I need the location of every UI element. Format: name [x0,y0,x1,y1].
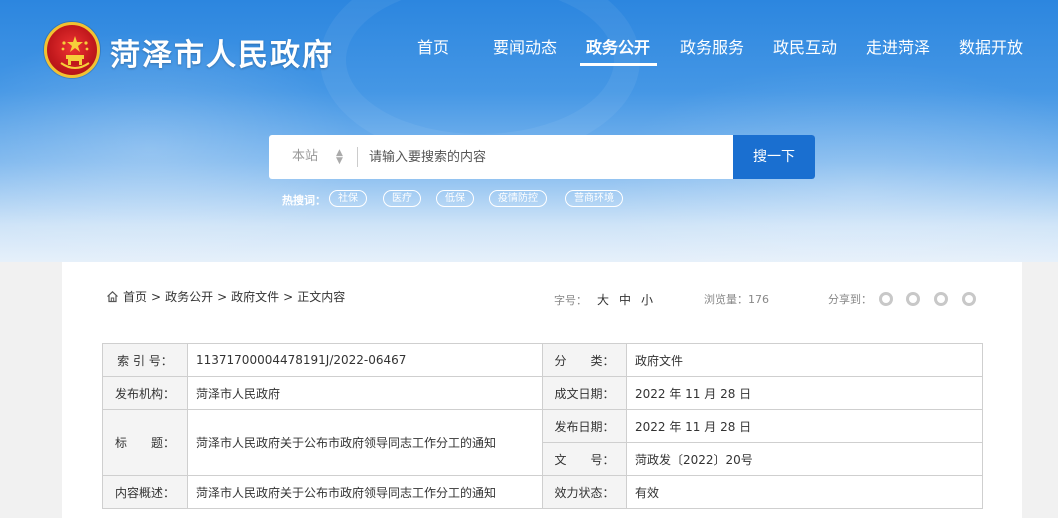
search-scope-value: 本站 [292,149,319,164]
search-divider [357,147,358,167]
nav-item-gov-affairs-open[interactable]: 政务公开 [586,34,650,58]
publisher-label: 发布机构： [102,376,188,410]
search-button[interactable]: 搜一下 [733,135,815,179]
qq-share-icon[interactable] [934,292,948,306]
view-count: 浏览量：176 [704,293,769,306]
table-row: 内容概述： 菏泽市人民政府关于公布市政府领导同志工作分工的通知 效力状态： 有效 [102,475,983,509]
nav-item-gov-services[interactable]: 政务服务 [680,34,744,58]
summary-value: 菏泽市人民政府关于公布市政府领导同志工作分工的通知 [187,475,543,509]
summary-label: 内容概述： [102,475,188,509]
table-row: 发布机构： 菏泽市人民政府 成文日期： 2022 年 11 月 28 日 [102,376,983,410]
weibo-share-icon[interactable] [906,292,920,306]
breadcrumb-separator: > [217,290,228,304]
breadcrumb: 首页 > 政务公开 > 政府文件 > 正文内容 [106,288,345,305]
breadcrumb-separator: > [151,290,162,304]
nav-item-news[interactable]: 要闻动态 [493,34,557,58]
updown-arrow-icon[interactable]: ▲ ▼ [336,149,343,166]
hot-word-tag[interactable]: 低保 [436,190,474,207]
main-nav: 首页 要闻动态 政务公开 政务服务 政民互动 走进菏泽 数据开放 [0,34,1058,64]
font-size-medium-button[interactable]: 中 [619,293,631,307]
table-row: 索 引 号： 11371700004478191J/2022-06467 分 类… [102,343,983,377]
breadcrumb-current: 正文内容 [297,290,346,304]
created-date-label: 成文日期： [542,376,627,410]
index-label: 索 引 号： [102,343,188,377]
breadcrumb-gov-affairs-open[interactable]: 政务公开 [165,290,213,304]
category-value: 政府文件 [626,343,983,377]
published-date-label: 发布日期： [542,409,627,443]
breadcrumb-home[interactable]: 首页 [123,290,147,304]
search-scope-select[interactable]: 本站 [269,135,357,179]
category-label: 分 类： [542,343,627,377]
hot-word-tag[interactable]: 营商环境 [565,190,623,207]
nav-item-open-data[interactable]: 数据开放 [959,34,1023,58]
breadcrumb-gov-documents[interactable]: 政府文件 [231,290,279,304]
header-banner: 菏泽市人民政府 首页 要闻动态 政务公开 政务服务 政民互动 走进菏泽 数据开放… [0,0,1058,262]
validity-status-value: 有效 [626,475,983,509]
title-label: 标 题： [102,409,188,476]
title-value: 菏泽市人民政府关于公布市政府领导同志工作分工的通知 [187,409,543,476]
published-date-value: 2022 年 11 月 28 日 [626,409,983,443]
breadcrumb-separator: > [283,290,294,304]
doc-number-label: 文 号： [542,442,627,476]
validity-status-label: 效力状态： [542,475,627,509]
hot-word-tag[interactable]: 医疗 [383,190,421,207]
home-icon[interactable] [106,290,119,303]
document-info-table: 索 引 号： 11371700004478191J/2022-06467 分 类… [102,343,983,509]
created-date-value: 2022 年 11 月 28 日 [626,376,983,410]
hot-word-tag[interactable]: 疫情防控 [489,190,547,207]
hot-search-label: 热搜词： [282,194,326,207]
search-bar: 本站 ▲▼ 搜一下 [269,135,815,179]
doc-number-value: 菏政发〔2022〕20号 [626,442,983,476]
font-size-control: 字号： 大中小 [554,291,653,308]
hot-word-tag[interactable]: 社保 [329,190,367,207]
search-input[interactable] [369,135,729,179]
nav-item-interaction[interactable]: 政民互动 [773,34,837,58]
share-label: 分享到： [828,293,872,306]
publisher-value: 菏泽市人民政府 [187,376,543,410]
font-size-label: 字号： [554,294,587,307]
nav-item-about-heze[interactable]: 走进菏泽 [866,34,930,58]
qzone-share-icon[interactable] [962,292,976,306]
font-size-small-button[interactable]: 小 [641,293,653,307]
nav-item-home[interactable]: 首页 [417,34,449,58]
nav-active-indicator [580,63,657,66]
article-content-card: 首页 > 政务公开 > 政府文件 > 正文内容 字号：大中小 浏览量：176 分享到： 索 … [62,262,1022,518]
font-size-large-button[interactable]: 大 [597,293,609,307]
table-row: 标 题： 菏泽市人民政府关于公布市政府领导同志工作分工的通知 发布日期： 202… [102,409,983,476]
index-value: 11371700004478191J/2022-06467 [187,343,543,377]
wechat-share-icon[interactable] [879,292,893,306]
